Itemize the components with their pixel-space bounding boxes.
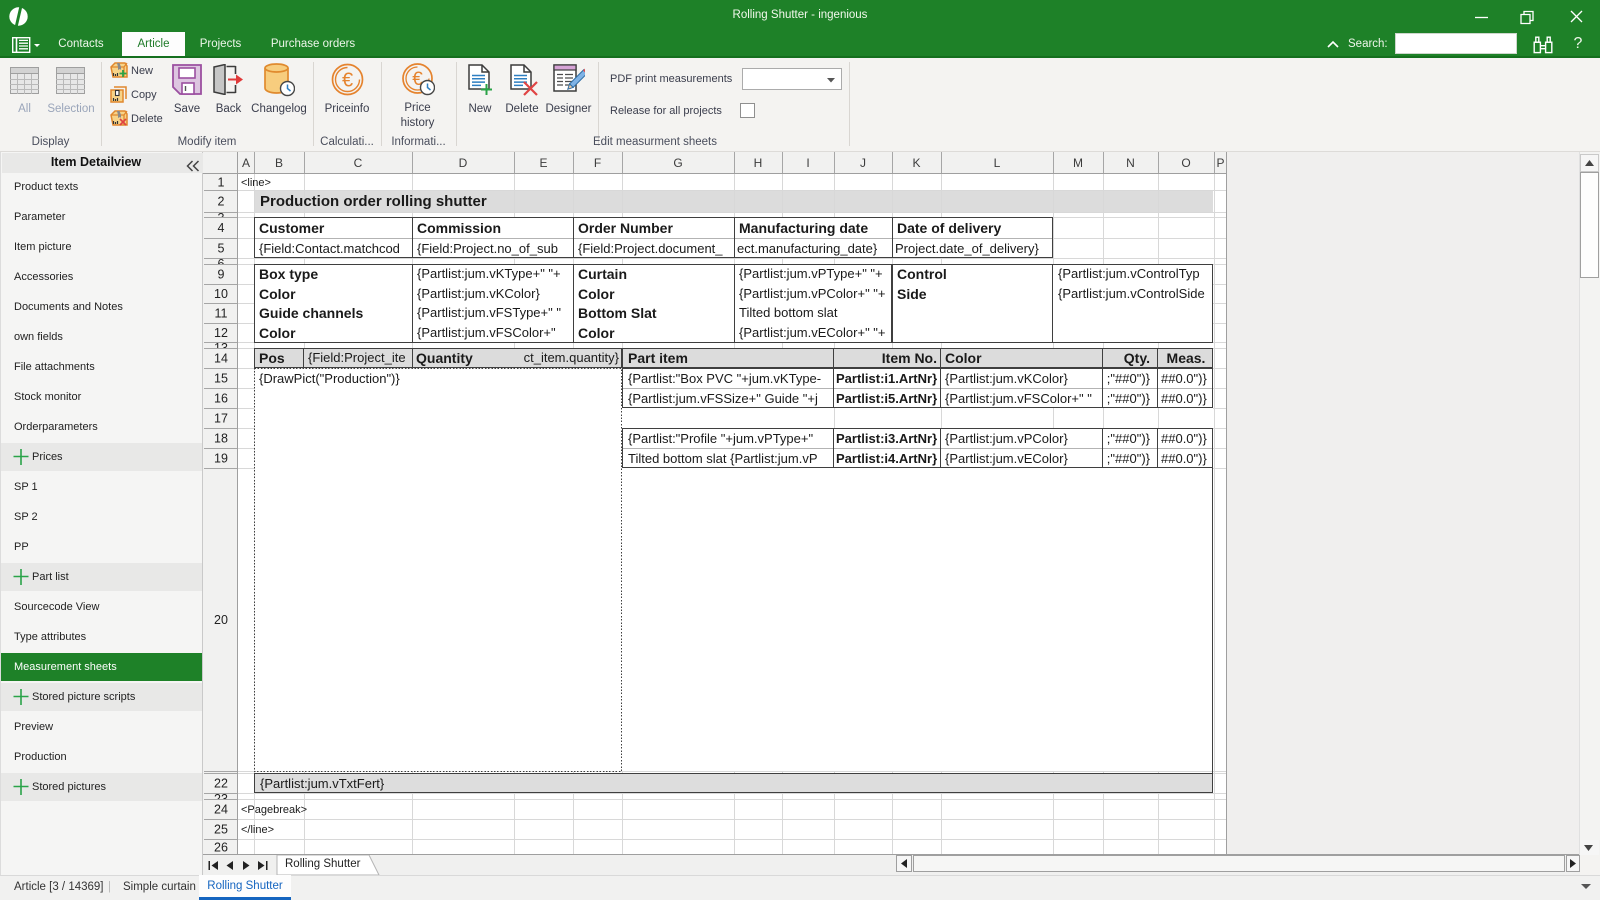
svg-text:A: A <box>242 156 250 170</box>
svg-text:16: 16 <box>214 392 228 406</box>
svg-text:B: B <box>275 156 283 170</box>
svg-text:11: 11 <box>215 307 228 321</box>
svg-text:L: L <box>994 156 1001 170</box>
svg-text:O: O <box>1181 156 1190 170</box>
svg-text:14: 14 <box>214 352 228 366</box>
svg-text:26: 26 <box>214 841 228 855</box>
svg-text:1: 1 <box>218 176 225 190</box>
svg-text:17: 17 <box>214 412 228 426</box>
svg-text:I: I <box>806 156 809 170</box>
svg-text:D: D <box>459 156 468 170</box>
svg-text:C: C <box>354 156 363 170</box>
svg-text:2: 2 <box>218 195 225 209</box>
svg-text:19: 19 <box>214 452 228 466</box>
svg-text:E: E <box>539 156 547 170</box>
svg-text:20: 20 <box>214 613 228 627</box>
svg-text:G: G <box>673 156 682 170</box>
svg-text:18: 18 <box>214 432 228 446</box>
svg-text:4: 4 <box>218 221 225 235</box>
svg-text:€: € <box>342 70 353 92</box>
svg-text:5: 5 <box>218 242 225 256</box>
svg-text:F: F <box>594 156 601 170</box>
svg-text:N: N <box>1126 156 1135 170</box>
svg-text:12: 12 <box>214 326 228 340</box>
svg-text:P: P <box>1216 156 1224 170</box>
svg-text:10: 10 <box>214 287 228 301</box>
svg-text:22: 22 <box>214 777 228 791</box>
svg-text:15: 15 <box>214 372 228 386</box>
svg-text:25: 25 <box>214 823 228 837</box>
svg-text:M: M <box>1073 156 1083 170</box>
svg-text:9: 9 <box>218 268 225 282</box>
svg-text:24: 24 <box>214 803 228 817</box>
svg-text:H: H <box>754 156 763 170</box>
svg-text:J: J <box>860 156 866 170</box>
svg-text:K: K <box>912 156 920 170</box>
